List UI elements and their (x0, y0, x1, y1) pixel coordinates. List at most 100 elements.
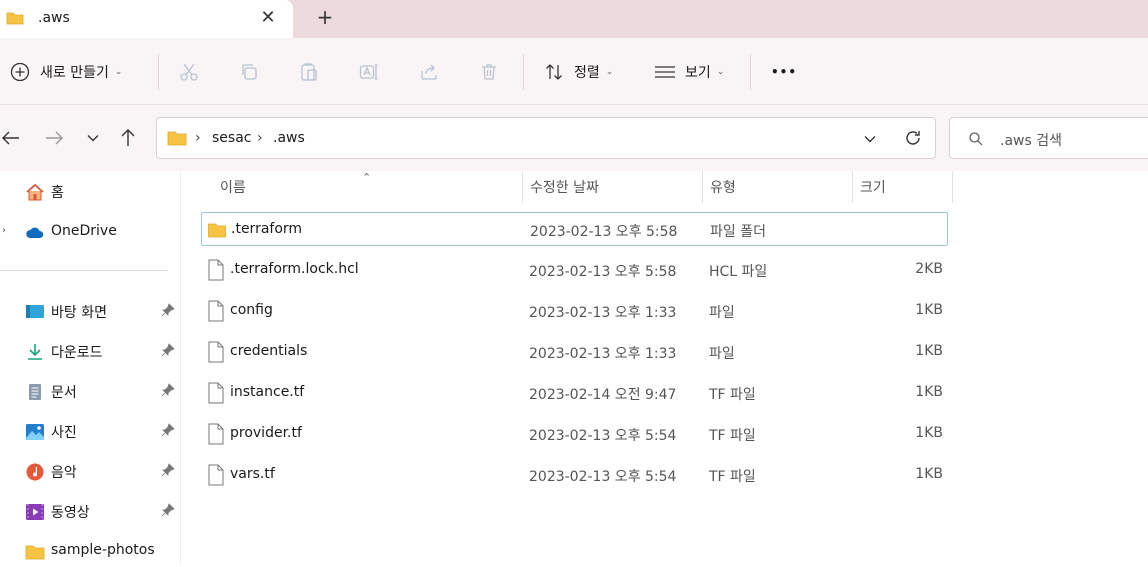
chevron-down-icon (87, 135, 99, 142)
file-icon (208, 382, 224, 404)
sidebar-item-label: 홈 (51, 185, 64, 201)
file-date: 2023-02-13 오후 5:54 (529, 469, 677, 485)
back-button[interactable] (0, 127, 22, 149)
sidebar-item-desktop[interactable]: 바탕 화면 (0, 295, 181, 327)
sidebar-item-sample-photos[interactable]: sample-photos (0, 535, 181, 567)
sidebar-item-home[interactable]: 홈 (0, 175, 181, 207)
sort-button[interactable]: 정렬 ⌄ (544, 38, 613, 105)
file-icon (208, 341, 224, 363)
search-box[interactable]: .aws 검색 (949, 117, 1148, 159)
sidebar-item-label: 다운로드 (51, 345, 103, 361)
delete-button[interactable] (479, 38, 499, 105)
cloud-icon (26, 227, 44, 238)
chevron-down-icon: ⌄ (605, 66, 614, 77)
divider (750, 54, 751, 90)
pin-icon[interactable] (161, 343, 175, 357)
rename-icon (359, 63, 378, 80)
new-button[interactable]: 새로 만들기 ⌄ (10, 38, 122, 105)
tab-aws[interactable]: .aws ✕ (0, 0, 293, 38)
column-header-type[interactable]: 유형 (702, 171, 852, 203)
column-header-size[interactable]: 크기 (852, 171, 952, 203)
up-button[interactable] (117, 127, 139, 149)
table-row[interactable]: provider.tf 2023-02-13 오후 5:54 TF 파일 1KB (201, 417, 948, 451)
view-icon (655, 65, 675, 78)
view-button[interactable]: 보기 ⌄ (654, 38, 724, 105)
file-type: HCL 파일 (709, 264, 768, 280)
paste-icon (301, 62, 317, 81)
pin-icon[interactable] (161, 303, 175, 317)
pin-icon[interactable] (161, 503, 175, 517)
address-bar[interactable]: › sesac › .aws (156, 117, 936, 159)
paste-button[interactable] (299, 38, 319, 105)
tab-title: .aws (38, 10, 70, 26)
sidebar-item-onedrive[interactable]: › OneDrive (0, 216, 181, 248)
arrow-right-icon (46, 131, 63, 145)
refresh-icon[interactable] (903, 128, 923, 148)
share-button[interactable] (419, 38, 439, 105)
folder-icon (25, 545, 45, 560)
close-icon[interactable]: ✕ (258, 7, 278, 28)
column-header-label: 크기 (860, 180, 886, 196)
tab-bar: .aws ✕ + (0, 0, 1148, 38)
search-placeholder: .aws 검색 (1000, 133, 1062, 149)
download-icon (28, 344, 42, 360)
sort-button-label: 정렬 (574, 64, 600, 81)
file-size: 1KB (915, 466, 943, 482)
table-row[interactable]: .terraform 2023-02-13 오후 5:58 파일 폴더 (201, 212, 948, 246)
search-icon (969, 132, 983, 146)
breadcrumb-sesac[interactable]: sesac (212, 130, 251, 146)
cut-button[interactable] (179, 38, 199, 105)
column-header-label: 수정한 날짜 (530, 180, 599, 196)
sidebar-item-music[interactable]: 음악 (0, 455, 181, 487)
table-row[interactable]: config 2023-02-13 오후 1:33 파일 1KB (201, 294, 948, 328)
divider (0, 270, 168, 271)
video-icon (26, 504, 44, 520)
file-type: TF 파일 (709, 428, 756, 444)
column-resizer[interactable] (952, 171, 953, 203)
file-list: 이름 ⌃ 수정한 날짜 유형 크기 .terraform 2023-02-13 … (182, 171, 1148, 564)
file-name: instance.tf (230, 384, 305, 400)
file-icon (208, 259, 224, 281)
recent-locations-button[interactable] (82, 127, 104, 149)
sort-icon (546, 63, 562, 80)
sidebar-item-videos[interactable]: 동영상 (0, 495, 181, 527)
file-icon (208, 300, 224, 322)
table-row[interactable]: credentials 2023-02-13 오후 1:33 파일 1KB (201, 335, 948, 369)
table-row[interactable]: vars.tf 2023-02-13 오후 5:54 TF 파일 1KB (201, 458, 948, 492)
sidebar-item-downloads[interactable]: 다운로드 (0, 335, 181, 367)
table-row[interactable]: instance.tf 2023-02-14 오전 9:47 TF 파일 1KB (201, 376, 948, 410)
chevron-right-icon[interactable]: › (2, 225, 6, 236)
sidebar-item-documents[interactable]: 문서 (0, 375, 181, 407)
file-icon (208, 464, 224, 486)
view-button-label: 보기 (685, 64, 711, 81)
new-button-label: 새로 만들기 (40, 64, 109, 81)
divider (523, 54, 524, 90)
plus-circle-icon (10, 62, 30, 81)
sidebar-item-pictures[interactable]: 사진 (0, 415, 181, 447)
sidebar-item-label: OneDrive (51, 223, 117, 239)
file-name: config (230, 302, 273, 318)
music-icon (26, 463, 44, 481)
breadcrumb-aws[interactable]: .aws (273, 130, 305, 146)
desktop-icon (26, 305, 44, 318)
forward-button[interactable] (43, 127, 65, 149)
pin-icon[interactable] (161, 423, 175, 437)
chevron-down-icon[interactable] (863, 132, 877, 146)
sidebar-item-label: 음악 (51, 465, 77, 481)
command-bar: 새로 만들기 ⌄ 정렬 ⌄ 보기 ⌄ ••• (0, 38, 1148, 105)
pin-icon[interactable] (161, 463, 175, 477)
file-date: 2023-02-13 오후 1:33 (529, 305, 677, 321)
file-name: vars.tf (230, 466, 275, 482)
file-type: TF 파일 (709, 469, 756, 485)
cut-icon (180, 63, 198, 81)
table-row[interactable]: .terraform.lock.hcl 2023-02-13 오후 5:58 H… (201, 253, 948, 287)
arrow-up-icon (121, 129, 135, 146)
column-header-date[interactable]: 수정한 날짜 (522, 171, 702, 203)
new-tab-button[interactable]: + (314, 5, 336, 29)
copy-button[interactable] (239, 38, 259, 105)
file-name: credentials (230, 343, 308, 359)
folder-icon (6, 12, 24, 25)
pin-icon[interactable] (161, 383, 175, 397)
rename-button[interactable] (359, 38, 379, 105)
more-icon[interactable]: ••• (771, 38, 797, 105)
